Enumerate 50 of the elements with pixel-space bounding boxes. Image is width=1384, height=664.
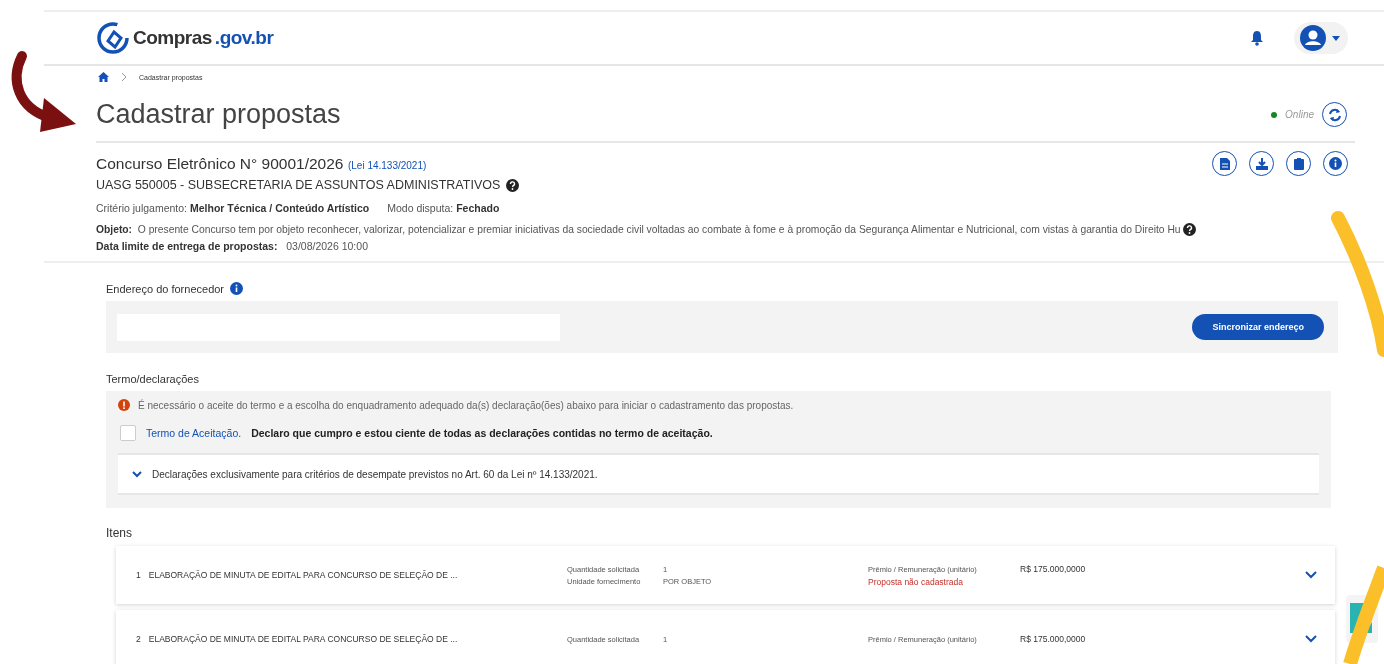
section-label: Termo/declarações (106, 373, 199, 385)
checkbox[interactable] (120, 425, 136, 441)
home-icon[interactable] (98, 72, 109, 82)
law-link[interactable]: (Lei 14.133/2021) (347, 159, 427, 171)
bell-icon[interactable] (1250, 30, 1264, 46)
logo-icon (96, 21, 130, 55)
uasg-name: UASG 550005 - SUBSECRETARIA DE ASSUNTOS ADMINISTRATIVOS (96, 178, 501, 192)
download-button[interactable] (1249, 151, 1274, 176)
info-icon[interactable] (230, 282, 244, 295)
chevron-down-icon (132, 470, 142, 478)
avatar-icon (1300, 25, 1326, 51)
object-text: Objeto: O presente Concurso tem por objeto reconhecer, valorizar, potencializar e premiar iniciativas da sociedade civil voltadas ao combate à fome e à promoção da Segurança Alimentar e Nutricional, com vistas à garantia do Direito Hu (96, 224, 1181, 235)
terms-link[interactable]: Termo de Aceitação. (146, 427, 242, 439)
user-menu-button[interactable] (1294, 22, 1348, 54)
criterion-text: Modo disputa: Fechado (387, 202, 500, 214)
refresh-button[interactable] (1322, 102, 1347, 127)
site-logo[interactable]: Compras.gov.br (96, 21, 274, 55)
page-title: Cadastrar propostas (96, 99, 341, 130)
info-button[interactable] (1323, 151, 1348, 176)
clipboard-icon (1293, 157, 1304, 170)
help-icon[interactable] (1182, 223, 1196, 236)
item-name: ELABORAÇÃO DE MINUTA DE EDITAL PARA CONCURSO DE SELEÇÃO DE ... (148, 570, 458, 580)
chevron-right-icon (121, 72, 127, 82)
criterion-text: Critério julgamento: Melhor Técnica / Conteúdo Artístico (96, 202, 370, 214)
download-icon (1255, 157, 1268, 170)
proposal-status: Proposta não cadastrada (868, 576, 963, 587)
help-icon[interactable] (506, 178, 520, 192)
warning-text: É necessário o aceite do termo e a escolha do enquadramento adequado da(s) declaração(ões) abaixo para iniciar o cadastramento das propostas. (138, 399, 794, 411)
document-icon (1219, 157, 1230, 170)
declarations-accordion[interactable]: Declarações exclusivamente para critérios de desempate previstos no Art. 60 da Lei nº 14.133/2021. (118, 453, 1319, 495)
status-text: Online (1285, 109, 1314, 120)
sync-address-button[interactable]: Sincronizar endereço (1192, 314, 1324, 340)
chevron-down-icon[interactable] (1305, 571, 1317, 579)
deadline-text: Data limite de entrega de propostas: 03/08/2026 10:00 (44, 240, 1384, 263)
item-number: 1 (136, 570, 141, 580)
chevron-down-icon[interactable] (1305, 635, 1317, 643)
item-number: 2 (136, 634, 141, 644)
item-name: ELABORAÇÃO DE MINUTA DE EDITAL PARA CONCURSO DE SELEÇÃO DE ... (148, 634, 458, 644)
section-label: Endereço do fornecedor (106, 283, 225, 295)
refresh-icon (1327, 107, 1342, 122)
warning-icon (118, 399, 130, 411)
clipboard-button[interactable] (1286, 151, 1311, 176)
price-value: R$ 175.000,0000 (1020, 563, 1086, 574)
procurement-title: Concurso Eletrônico N° 90001/2026 (96, 154, 344, 172)
acceptance-text: Declaro que cumpro e estou ciente de todas as declarações contidas no termo de aceitação. (251, 427, 713, 439)
info-icon (1329, 157, 1342, 170)
price-value: R$ 175.000,0000 (1020, 634, 1086, 644)
section-label: Itens (106, 526, 132, 540)
document-button[interactable] (1212, 151, 1237, 176)
caret-icon (1332, 35, 1340, 41)
